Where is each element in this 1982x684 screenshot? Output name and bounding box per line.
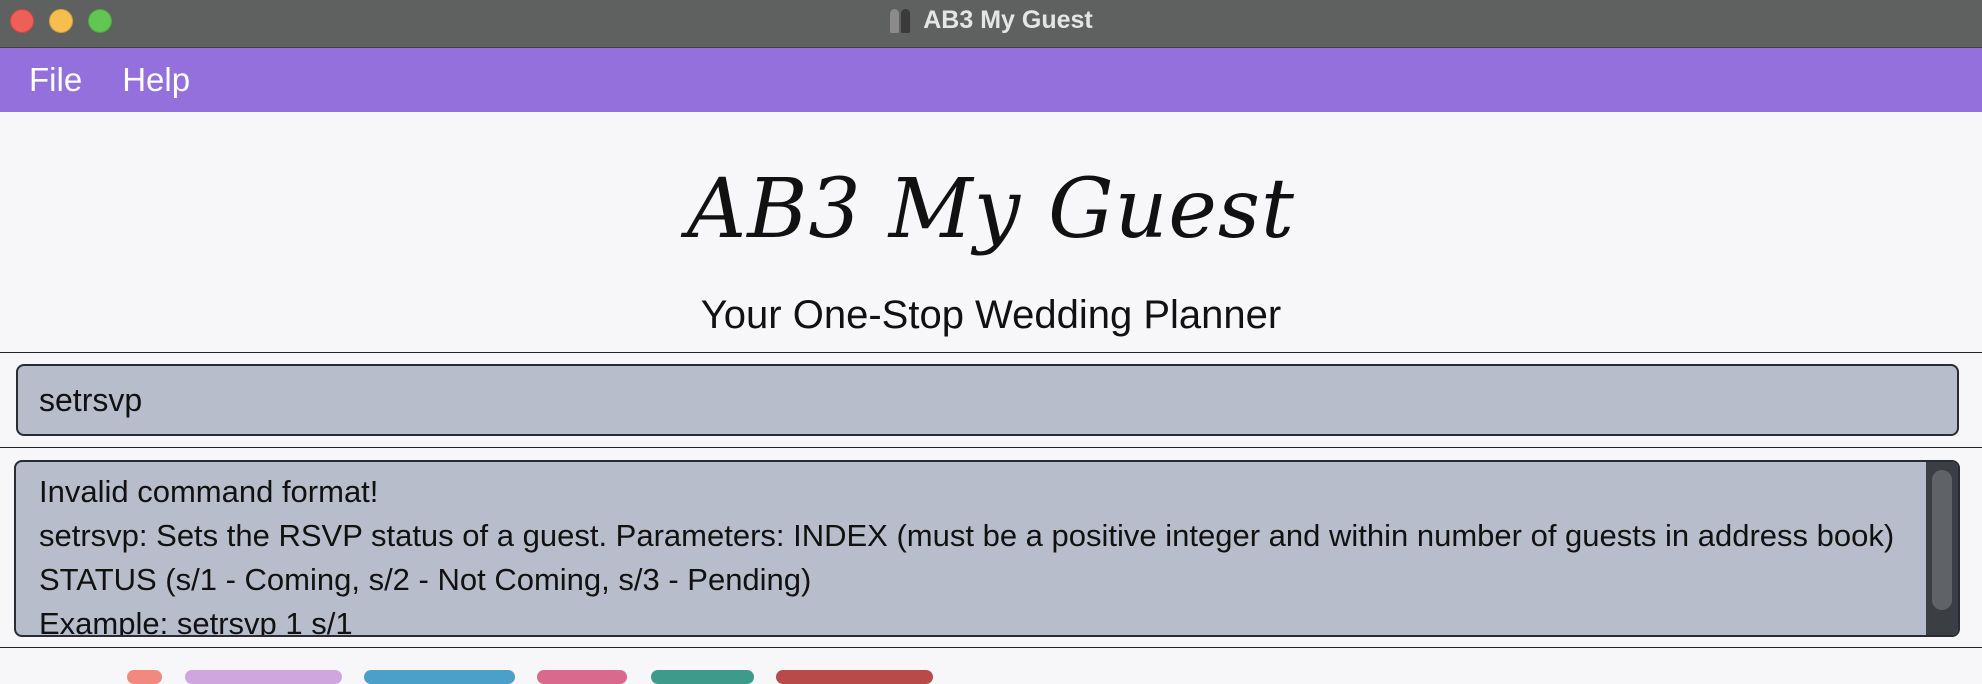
guest-tag xyxy=(651,670,754,684)
result-line-example: Example: setrsvp 1 s/1 xyxy=(39,606,353,637)
result-line-usage: setrsvp: Sets the RSVP status of a guest… xyxy=(39,518,1895,597)
guest-tag-strip xyxy=(0,648,1982,684)
guest-tag xyxy=(185,670,342,684)
command-input[interactable] xyxy=(16,364,1959,436)
menu-file[interactable]: File xyxy=(29,61,82,99)
menu-bar: File Help xyxy=(0,48,1982,112)
menu-help[interactable]: Help xyxy=(122,61,190,99)
window-title: AB3 My Guest xyxy=(0,0,1982,40)
result-text: Invalid command format! setrsvp: Sets th… xyxy=(39,470,1919,637)
guest-tag xyxy=(364,670,515,684)
bride-groom-icon xyxy=(889,7,911,33)
title-bar: AB3 My Guest xyxy=(0,0,1982,48)
command-box-panel xyxy=(0,352,1982,448)
guest-tag xyxy=(127,670,162,684)
guest-tag xyxy=(776,670,933,684)
result-display[interactable]: Invalid command format! setrsvp: Sets th… xyxy=(14,460,1960,637)
result-scrollbar-thumb[interactable] xyxy=(1932,470,1952,610)
app-name-heading: AB3 My Guest xyxy=(687,162,1295,257)
app-tagline: Your One-Stop Wedding Planner xyxy=(700,293,1282,337)
result-display-panel: Invalid command format! setrsvp: Sets th… xyxy=(0,448,1982,648)
result-line-error: Invalid command format! xyxy=(39,474,379,509)
guest-tag xyxy=(537,670,627,684)
window-title-text: AB3 My Guest xyxy=(923,5,1093,34)
result-scrollbar[interactable] xyxy=(1926,462,1958,635)
app-header: AB3 My Guest Your One-Stop Wedding Plann… xyxy=(0,112,1982,352)
